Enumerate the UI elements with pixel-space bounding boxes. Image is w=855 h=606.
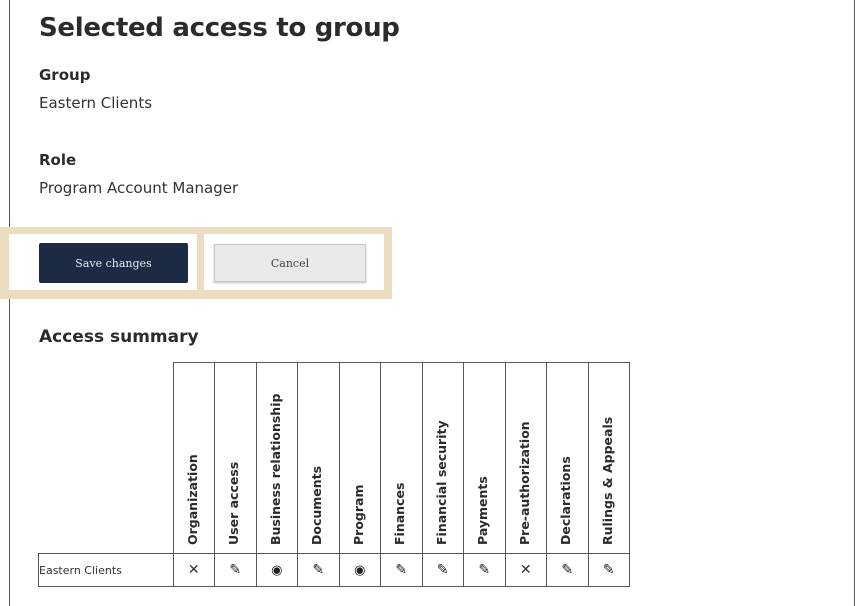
pencil-icon: ✎ <box>478 562 491 578</box>
column-header-label: Rulings & Appeals <box>599 416 615 545</box>
access-cell: ✎ <box>587 553 630 587</box>
eye-icon: ◉ <box>354 563 366 578</box>
table-header-row: Organization User access Business relation… <box>39 362 630 554</box>
column-header: Payments <box>463 362 506 554</box>
column-header: Documents <box>297 362 340 554</box>
pencil-icon: ✎ <box>229 562 242 578</box>
table-corner <box>39 363 174 554</box>
access-cell: ✎ <box>214 553 257 587</box>
page-title: Selected access to group <box>39 13 400 43</box>
column-header: Program <box>338 362 381 554</box>
save-changes-button[interactable]: Save changes <box>39 243 188 283</box>
column-header: Business relationship <box>255 362 298 554</box>
access-cell: ◉ <box>255 553 298 587</box>
group-label: Group <box>39 66 91 84</box>
column-header-label: User access <box>226 461 242 545</box>
eye-icon: ◉ <box>271 563 283 578</box>
access-cell: ✎ <box>380 553 423 587</box>
pencil-icon: ✎ <box>436 562 449 578</box>
access-summary-table: Organization User access Business relation… <box>38 362 630 587</box>
pencil-icon: ✎ <box>561 562 574 578</box>
column-header: Organization <box>172 362 215 554</box>
access-cell: ◉ <box>338 553 381 587</box>
column-header: User access <box>214 362 257 554</box>
column-header-label: Pre-authorization <box>516 421 532 545</box>
column-header: Finances <box>380 362 423 554</box>
table-row: Eastern Clients ✕ ✎ ◉ ✎ ◉ ✎ ✎ ✎ ✕ ✎ ✎ <box>38 553 630 587</box>
column-header-label: Financial security <box>433 420 449 545</box>
x-icon: ✕ <box>519 562 532 578</box>
access-cell: ✎ <box>297 553 340 587</box>
access-cell: ✕ <box>504 553 547 587</box>
actions-highlight-divider <box>197 234 204 290</box>
role-value: Program Account Manager <box>39 179 239 197</box>
column-header-label: Documents <box>309 465 325 545</box>
group-value: Eastern Clients <box>39 94 153 112</box>
access-cell: ✎ <box>421 553 464 587</box>
column-header-label: Finances <box>392 482 408 545</box>
pencil-icon: ✎ <box>312 562 325 578</box>
access-summary-heading: Access summary <box>39 327 199 347</box>
column-header: Declarations <box>546 362 589 554</box>
access-cell: ✎ <box>546 553 589 587</box>
role-label: Role <box>39 151 77 169</box>
column-header: Financial security <box>421 362 464 554</box>
x-icon: ✕ <box>187 562 200 578</box>
access-cell: ✎ <box>463 553 506 587</box>
row-label: Eastern Clients <box>38 553 174 587</box>
column-header: Pre-authorization <box>504 362 547 554</box>
column-header: Rulings & Appeals <box>587 362 630 554</box>
table-body: Eastern Clients ✕ ✎ ◉ ✎ ◉ ✎ ✎ ✎ ✕ ✎ ✎ <box>38 553 630 587</box>
column-header-label: Business relationship <box>267 393 283 545</box>
pencil-icon: ✎ <box>395 562 408 578</box>
access-cell: ✕ <box>172 553 215 587</box>
column-header-label: Program <box>350 484 366 546</box>
column-header-label: Organization <box>184 454 200 545</box>
cancel-button[interactable]: Cancel <box>214 244 366 282</box>
pencil-icon: ✎ <box>602 562 615 578</box>
column-header-label: Declarations <box>558 456 574 545</box>
column-header-label: Payments <box>475 476 491 545</box>
